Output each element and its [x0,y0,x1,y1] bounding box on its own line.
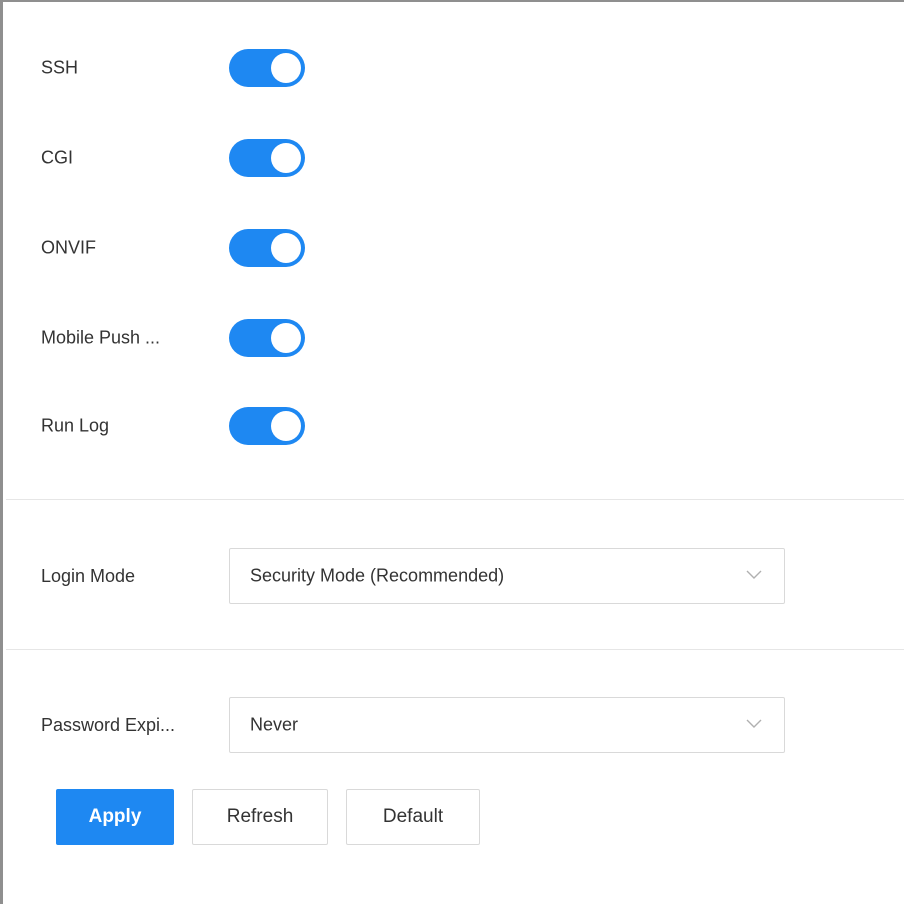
chevron-down-icon [746,570,762,579]
onvif-label: ONVIF [41,237,97,258]
login-mode-label: Login Mode [41,566,136,586]
chevron-down-icon [746,719,762,728]
password-expiry-value: Never [250,714,299,735]
cgi-row: CGI [41,138,441,178]
run-log-label: Run Log [41,415,110,436]
mobile-push-row: Mobile Push ... [41,318,441,358]
cgi-toggle[interactable] [229,139,305,177]
mobile-push-toggle[interactable] [229,319,305,357]
password-expiry-label: Password Expi... [41,715,176,735]
password-expiry-select[interactable]: Never [229,697,785,753]
onvif-row: ONVIF [41,228,441,268]
onvif-toggle[interactable] [229,229,305,267]
login-mode-value: Security Mode (Recommended) [250,565,505,586]
section-divider [6,649,904,650]
toggle-knob [271,53,301,83]
toggle-knob [271,411,301,441]
mobile-push-label: Mobile Push ... [41,327,161,348]
ssh-label: SSH [41,57,79,78]
settings-panel: SSH CGI ONVIF Mobile Push ... Run Log Lo… [0,0,904,904]
refresh-button[interactable]: Refresh [192,789,328,845]
run-log-toggle[interactable] [229,407,305,445]
ssh-row: SSH [41,48,441,88]
apply-button[interactable]: Apply [56,789,174,845]
default-button[interactable]: Default [346,789,480,845]
toggle-knob [271,323,301,353]
login-mode-select[interactable]: Security Mode (Recommended) [229,548,785,604]
toggle-knob [271,143,301,173]
run-log-row: Run Log [41,406,441,446]
toggle-knob [271,233,301,263]
ssh-toggle[interactable] [229,49,305,87]
cgi-label: CGI [41,147,74,168]
section-divider [6,499,904,500]
